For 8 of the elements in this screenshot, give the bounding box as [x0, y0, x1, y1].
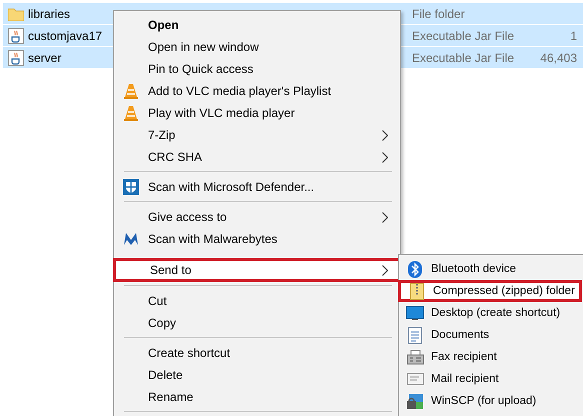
- file-name: libraries: [28, 6, 72, 20]
- file-size: 1: [569, 28, 578, 42]
- file-type: Executable Jar File: [412, 28, 516, 42]
- file-size: 46,403: [539, 50, 578, 64]
- file-name: customjava17: [28, 28, 104, 42]
- file-type: File folder: [412, 6, 466, 20]
- file-name: server: [28, 50, 62, 64]
- file-type: Executable Jar File: [412, 50, 516, 64]
